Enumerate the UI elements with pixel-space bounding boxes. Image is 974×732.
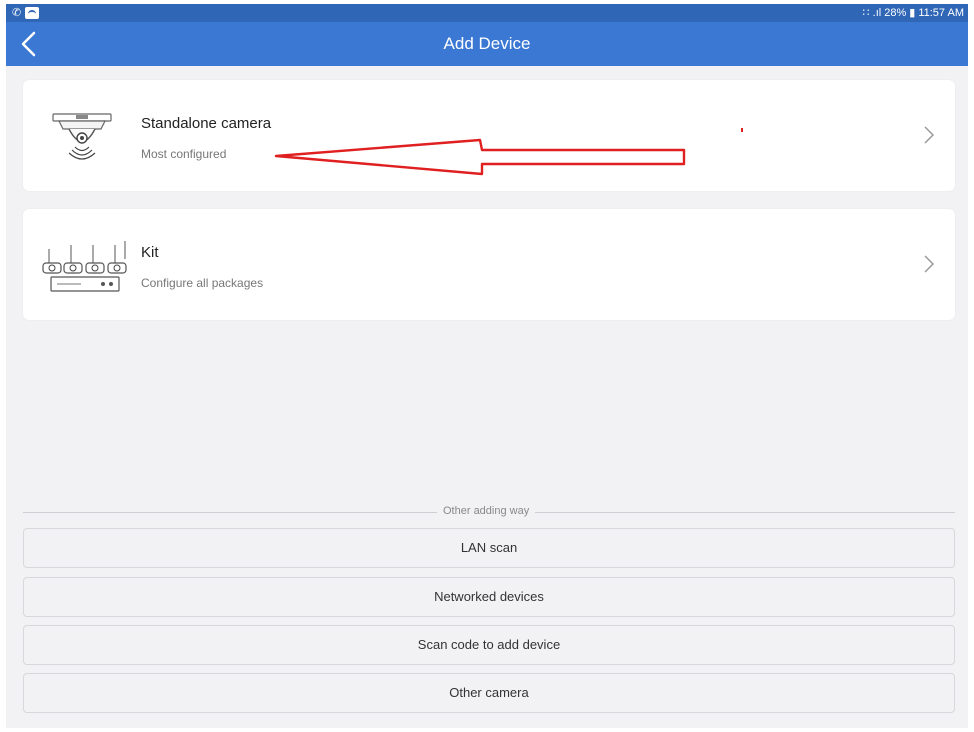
battery-icon: ▮	[909, 7, 916, 19]
wifi-calling-icon	[25, 7, 40, 19]
signal-icon: .ıl	[872, 7, 882, 19]
app-screen: ✆ ∷ .ıl 28% ▮ 11:57 AM Add Device Standa…	[6, 4, 968, 728]
standalone-camera-card[interactable]: Standalone camera Most configured	[23, 80, 955, 191]
card-title: Standalone camera	[141, 115, 272, 132]
card-title: Kit	[141, 244, 159, 261]
phone-icon: ✆	[12, 7, 22, 19]
card-subtitle: Configure all packages	[141, 276, 264, 290]
camera-kit-icon	[42, 241, 127, 292]
networked-devices-button[interactable]: Networked devices	[23, 577, 955, 617]
page-title: Add Device	[443, 34, 531, 53]
status-bar: ✆ ∷ .ıl 28% ▮ 11:57 AM	[6, 4, 968, 22]
red-mark	[741, 128, 743, 132]
chevron-right-icon	[923, 253, 935, 275]
card-subtitle: Most configured	[141, 147, 227, 161]
scan-code-button[interactable]: Scan code to add device	[23, 625, 955, 665]
title-bar: Add Device	[6, 22, 968, 66]
status-right: ∷ .ıl 28% ▮ 11:57 AM	[863, 6, 964, 20]
standalone-camera-icon	[52, 113, 112, 160]
other-camera-button[interactable]: Other camera	[23, 673, 955, 713]
other-adding-way-label: Other adding way	[437, 505, 536, 517]
network-icon: ∷	[862, 7, 870, 19]
lan-scan-button[interactable]: LAN scan	[23, 528, 955, 568]
status-time: 11:57 AM	[918, 7, 964, 19]
kit-card[interactable]: Kit Configure all packages	[23, 209, 955, 320]
status-left: ✆	[12, 6, 40, 20]
chevron-right-icon	[923, 124, 935, 146]
battery-percent: 28%	[884, 7, 907, 19]
